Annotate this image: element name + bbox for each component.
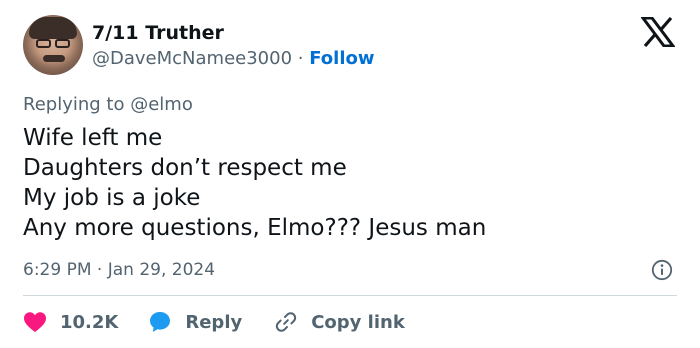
avatar-mustache: [43, 55, 65, 62]
reply-button[interactable]: Reply: [148, 310, 242, 334]
heart-icon: [24, 312, 46, 332]
link-icon: [276, 312, 297, 332]
tweet-actions: 10.2K Reply Copy link: [23, 309, 437, 335]
like-count: 10.2K: [60, 311, 119, 333]
avatar[interactable]: [23, 15, 83, 75]
author-handle[interactable]: @DaveMcNamee3000: [92, 48, 292, 69]
tweet-line: My job is a joke: [23, 185, 201, 211]
author-display-name[interactable]: 7/11 Truther: [92, 22, 224, 44]
info-icon[interactable]: [651, 259, 673, 281]
copy-link-button[interactable]: Copy link: [274, 310, 405, 334]
avatar-glasses-right: [55, 39, 70, 48]
tweet-line: Any more questions, Elmo??? Jesus man: [23, 215, 487, 241]
x-logo-icon[interactable]: [641, 17, 675, 47]
speech-bubble-icon: [150, 312, 171, 332]
tweet-line: Daughters don’t respect me: [23, 155, 347, 181]
author-handle-row: @DaveMcNamee3000 · Follow: [92, 48, 375, 70]
follow-button[interactable]: Follow: [309, 48, 374, 69]
reply-label: Reply: [185, 311, 243, 333]
like-button[interactable]: 10.2K: [23, 311, 118, 333]
tweet-card: 7/11 Truther @DaveMcNamee3000 · Follow R…: [0, 0, 700, 348]
reply-mention-link[interactable]: @elmo: [130, 94, 193, 115]
replying-to-line: Replying to @elmo: [23, 94, 193, 116]
divider: [23, 295, 677, 296]
tweet-text: Wife left me Daughters don’t respect me …: [23, 123, 486, 243]
tweet-line: Wife left me: [23, 125, 163, 151]
avatar-hair: [29, 17, 77, 39]
replying-to-prefix: Replying to: [23, 94, 131, 115]
avatar-glasses-left: [36, 39, 51, 48]
handle-separator: ·: [297, 48, 304, 69]
copy-link-label: Copy link: [311, 311, 405, 333]
tweet-timestamp[interactable]: 6:29 PM · Jan 29, 2024: [23, 259, 215, 281]
